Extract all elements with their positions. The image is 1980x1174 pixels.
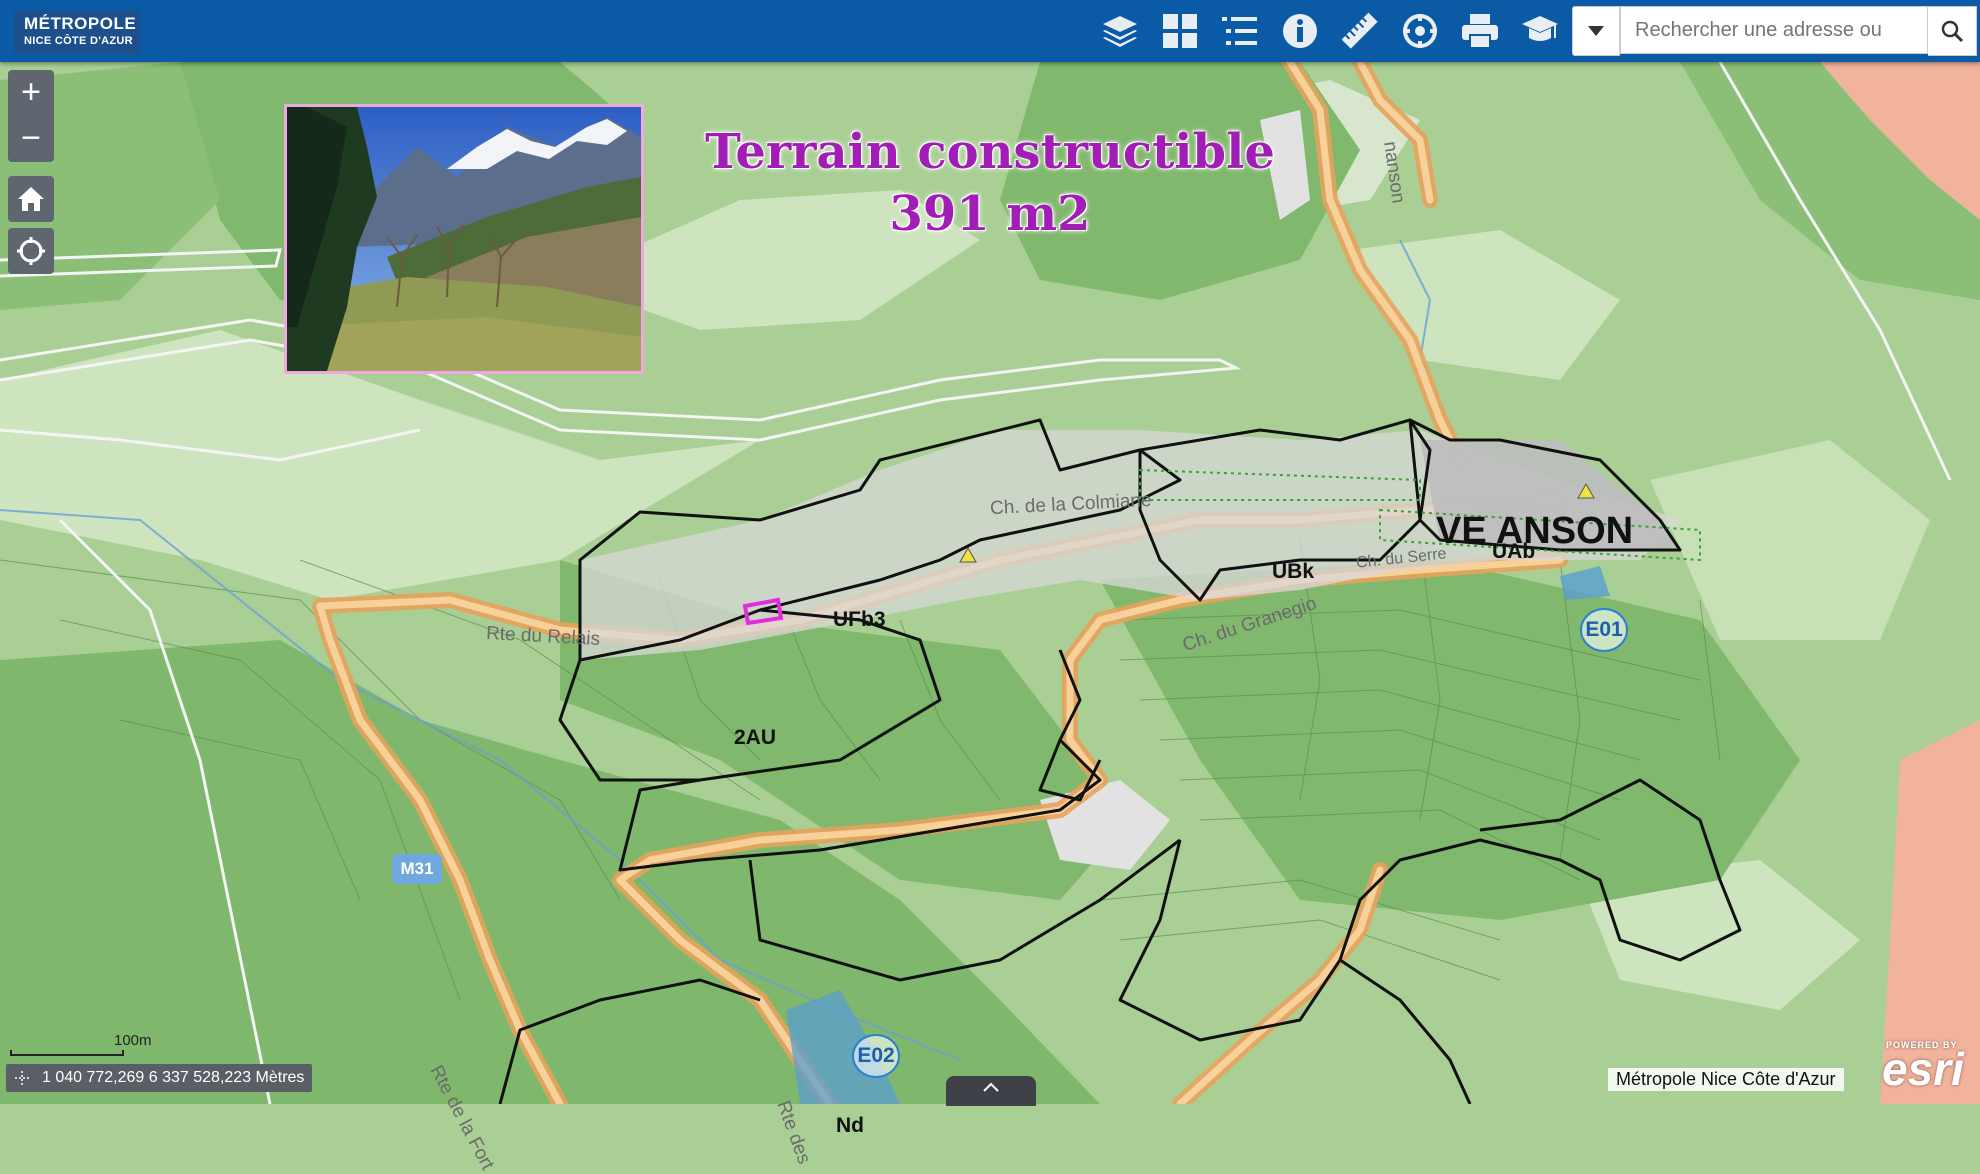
print-icon[interactable] [1456, 8, 1504, 54]
bottom-panel-toggle[interactable] [946, 1076, 1036, 1106]
scale-label: 100m [114, 1032, 152, 1049]
legend-icon[interactable] [1216, 8, 1264, 54]
coordinate-readout[interactable]: 1 040 772,269 6 337 528,223 Mètres [6, 1064, 313, 1092]
zoom-out-button[interactable]: − [8, 116, 54, 162]
home-icon [18, 187, 44, 211]
zone-label-ufb3: UFb3 [833, 608, 886, 631]
overlay-title: Terrain constructible [705, 124, 1275, 180]
chevron-up-icon [983, 1082, 999, 1092]
badge-e02[interactable]: E02 [852, 1034, 900, 1078]
overlay-area: 391 m2 [889, 186, 1091, 242]
scale-bar: 100m [10, 1032, 152, 1056]
locate-icon [17, 237, 45, 265]
zone-label-uab: UAb [1492, 540, 1536, 563]
measure-icon[interactable] [1336, 8, 1384, 54]
road-label-rte-des: Rte des [772, 1098, 815, 1167]
layers-icon[interactable] [1096, 8, 1144, 54]
info-icon[interactable] [1276, 8, 1324, 54]
badge-e01[interactable]: E01 [1580, 608, 1628, 652]
home-button[interactable] [8, 176, 54, 222]
terrain-photo [284, 104, 644, 374]
metropole-logo[interactable]: MÉTROPOLE NICE CÔTE D'AZUR [14, 10, 140, 54]
route-shield-m31: M31 [392, 854, 442, 884]
crosshair-icon [15, 1071, 29, 1085]
zone-label-ubk: UBk [1272, 560, 1315, 583]
zoom-in-button[interactable]: + [8, 70, 54, 116]
attribution: Métropole Nice Côte d'Azur [1608, 1068, 1844, 1091]
search-source-dropdown[interactable] [1572, 6, 1620, 56]
logo-line2: NICE CÔTE D'AZUR [24, 35, 133, 47]
zone-label-2au: 2AU [734, 726, 777, 749]
search-icon [1941, 20, 1964, 43]
education-icon[interactable] [1516, 8, 1564, 54]
search-input[interactable] [1620, 6, 1928, 54]
esri-brand: esri [1882, 1043, 1964, 1095]
locate-button[interactable] [8, 228, 54, 274]
basemap-gallery-icon[interactable] [1156, 8, 1204, 54]
zoom-control: + − [8, 70, 54, 162]
search-button[interactable] [1928, 6, 1977, 56]
logo-line1: MÉTROPOLE [24, 14, 137, 33]
caret-down-icon [1588, 26, 1604, 36]
app-header: MÉTROPOLE NICE CÔTE D'AZUR [0, 0, 1980, 62]
zone-label-nd: Nd [836, 1114, 864, 1137]
coordinate-text: 1 040 772,269 6 337 528,223 Mètres [42, 1069, 305, 1086]
scale-bar-line [10, 1050, 124, 1056]
analysis-icon[interactable] [1396, 8, 1444, 54]
